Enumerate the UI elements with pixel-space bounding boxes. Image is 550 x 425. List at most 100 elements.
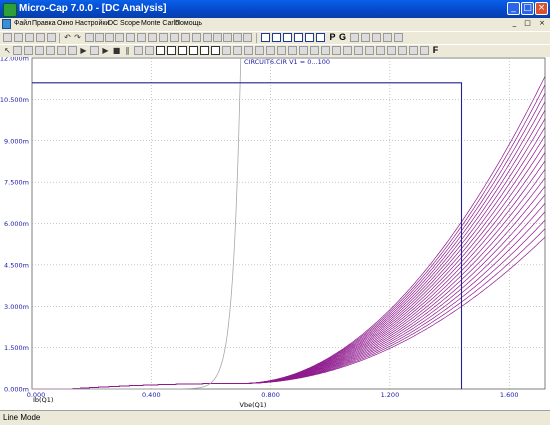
maximize-button[interactable]: □	[521, 2, 534, 15]
prev-waveform-icon[interactable]	[365, 46, 374, 55]
copy-icon[interactable]	[95, 33, 104, 42]
bring-front-icon[interactable]	[243, 33, 252, 42]
select-all-icon[interactable]	[126, 33, 135, 42]
open-file-icon[interactable]	[14, 33, 23, 42]
group-icon[interactable]	[223, 33, 232, 42]
diagonal-line-icon[interactable]	[145, 46, 154, 55]
mdi-window-buttons[interactable]: _ □ ×	[513, 19, 548, 27]
copy-image-icon[interactable]	[159, 33, 168, 42]
cursor-mode-icon[interactable]	[24, 46, 33, 55]
print-preview-icon[interactable]	[47, 33, 56, 42]
plot-frame	[31, 57, 546, 390]
horizontal-tag-icon[interactable]	[46, 46, 55, 55]
rotate-icon[interactable]	[181, 33, 190, 42]
align-icon[interactable]	[213, 33, 222, 42]
menu-help[interactable]: Помощь	[175, 20, 202, 27]
pause-bars-icon[interactable]: ∥	[123, 46, 132, 55]
document-icon[interactable]	[2, 19, 11, 29]
plot-window[interactable]: CIRCUIT6.CIR V1 = 0...100 0.000m 1.500m 3.…	[0, 55, 550, 410]
bold-grid-icon[interactable]	[200, 46, 209, 55]
cut-icon[interactable]	[85, 33, 94, 42]
panel-icon[interactable]	[316, 33, 325, 42]
text-mode-icon[interactable]	[68, 46, 77, 55]
window-layout-icon[interactable]	[261, 33, 270, 42]
flip-icon[interactable]	[192, 33, 201, 42]
find-icon[interactable]	[137, 33, 146, 42]
stop-icon[interactable]	[361, 33, 370, 42]
slope-icon[interactable]	[321, 46, 330, 55]
toolbar-main: ↶ ↷ P G	[0, 31, 550, 44]
mirror-icon[interactable]	[203, 33, 212, 42]
zoom-out-icon[interactable]	[409, 46, 418, 55]
top-icon[interactable]	[299, 46, 308, 55]
page-setup-icon[interactable]	[148, 33, 157, 42]
axis-grid-icon[interactable]	[189, 46, 198, 55]
minor-grid-icon[interactable]	[178, 46, 187, 55]
properties-icon[interactable]	[420, 46, 429, 55]
menu-file[interactable]: Файл	[14, 20, 31, 27]
close-button[interactable]: ×	[535, 2, 548, 15]
plot-window-icon[interactable]	[211, 46, 220, 55]
dc-analysis-plot[interactable]: CIRCUIT6.CIR V1 = 0...100 0.000m 1.500m 3.…	[0, 55, 550, 410]
menu-scope[interactable]: Scope	[120, 20, 140, 27]
curve-family	[32, 76, 546, 390]
global-high-icon[interactable]	[277, 46, 286, 55]
new-file-icon[interactable]	[3, 33, 12, 42]
valley-icon[interactable]	[233, 46, 242, 55]
chart-icon[interactable]	[90, 46, 99, 55]
pause-icon[interactable]	[383, 33, 392, 42]
undo-icon[interactable]: ↶	[63, 33, 72, 42]
step-icon[interactable]	[372, 33, 381, 42]
menu-window[interactable]: Окно	[57, 20, 73, 27]
select-mode-icon[interactable]: ↖	[3, 46, 12, 55]
play-icon[interactable]: ▶	[79, 46, 88, 55]
print-icon[interactable]	[36, 33, 45, 42]
y-tick-label: 0.000m	[4, 386, 29, 394]
next-simulation-icon[interactable]	[332, 46, 341, 55]
zoom-in-icon[interactable]	[398, 46, 407, 55]
high-icon[interactable]	[244, 46, 253, 55]
menu-options[interactable]: Настройки	[75, 20, 109, 27]
paste-icon[interactable]	[105, 33, 114, 42]
point-tag-icon[interactable]	[35, 46, 44, 55]
y-tick-label: 4.500m	[4, 261, 29, 269]
microcap-app-icon[interactable]	[3, 3, 17, 17]
data-points-icon[interactable]	[376, 46, 385, 55]
peak-icon[interactable]	[222, 46, 231, 55]
cascade-icon[interactable]	[272, 33, 281, 42]
ungroup-icon[interactable]	[233, 33, 242, 42]
run-icon[interactable]	[350, 33, 359, 42]
clipboard-icon[interactable]	[170, 33, 179, 42]
rectangle-icon[interactable]	[156, 46, 165, 55]
p-button[interactable]: P	[328, 33, 337, 42]
menu-monte-carlo[interactable]: Monte Carlo	[141, 20, 179, 27]
save-icon[interactable]	[25, 33, 34, 42]
line-icon[interactable]	[134, 46, 143, 55]
window-title: Micro-Cap 7.0.0 - [DC Analysis]	[19, 3, 167, 14]
tile-vertical-icon[interactable]	[294, 33, 303, 42]
probe-icon[interactable]	[394, 33, 403, 42]
prev-simulation-icon[interactable]	[343, 46, 352, 55]
delete-icon[interactable]	[115, 33, 124, 42]
f-button[interactable]: F	[431, 46, 440, 55]
inflection-icon[interactable]	[266, 46, 275, 55]
tokens-icon[interactable]	[387, 46, 396, 55]
split-icon[interactable]	[305, 33, 314, 42]
tile-icon[interactable]	[283, 33, 292, 42]
bottom-icon[interactable]	[310, 46, 319, 55]
vertical-tag-icon[interactable]	[57, 46, 66, 55]
next-waveform-icon[interactable]	[354, 46, 363, 55]
grid-icon[interactable]	[167, 46, 176, 55]
menu-dc[interactable]: DC	[108, 20, 118, 27]
limit-box	[32, 82, 463, 389]
g-button[interactable]: G	[338, 33, 347, 42]
stop-square-icon[interactable]: ■	[112, 46, 121, 55]
step-forward-icon[interactable]: ▶	[101, 46, 110, 55]
global-low-icon[interactable]	[288, 46, 297, 55]
scale-mode-icon[interactable]	[13, 46, 22, 55]
minimize-button[interactable]: _	[507, 2, 520, 15]
menu-edit[interactable]: Правка	[32, 20, 56, 27]
redo-icon[interactable]: ↷	[73, 33, 82, 42]
x-axis-title: Vbe(Q1)	[240, 401, 267, 409]
low-icon[interactable]	[255, 46, 264, 55]
